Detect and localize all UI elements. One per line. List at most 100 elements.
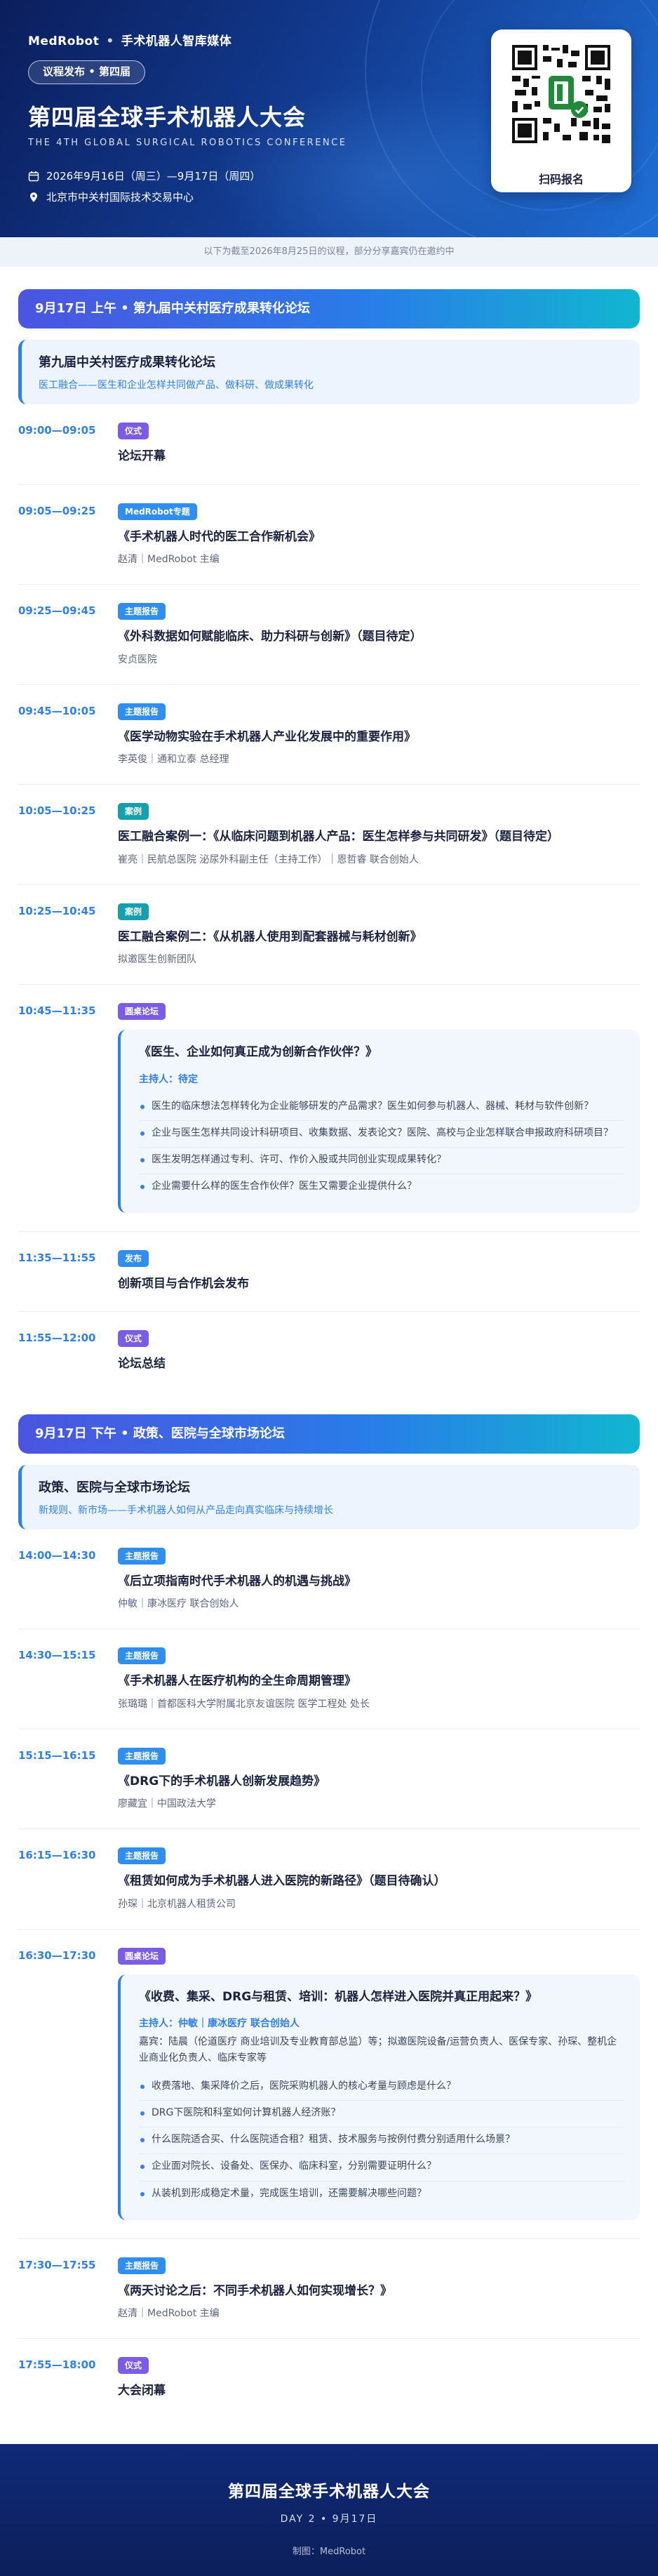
agenda-speaker: 仲敏｜康冰医疗 联合创始人 — [118, 1598, 239, 1610]
agenda-title: 《手术机器人时代的医工合作新机会》 — [118, 529, 321, 544]
agenda-tag: 主题报告 — [118, 1547, 166, 1565]
agenda-item-panel: 16:30—17:30 圆桌论坛 《收费、集采、DRG与租赁、培训：机器人怎样进… — [18, 1930, 640, 2239]
panel-question: DRG下医院和科室如何计算机器人经济账？ — [139, 2101, 624, 2128]
agenda-tag: 主题报告 — [118, 1647, 166, 1665]
agenda-time: 11:35—11:55 — [18, 1251, 96, 1264]
event-date-text: 2026年9月16日（周三）—9月17日（周四） — [46, 170, 261, 182]
page-footer: 第四届全球手术机器人大会 DAY 2 • 9月17日 制图：MedRobot — [0, 2443, 658, 2576]
agenda-item: 10:05—10:25 案例 医工融合案例一：《从临床问题到机器人产品：医生怎样… — [18, 785, 640, 885]
agenda-tag: 主题报告 — [118, 703, 166, 720]
brand-tagline: 手术机器人智库媒体 — [121, 34, 232, 48]
panel-question: 从装机到形成稳定术量，完成医生培训，还需要解决哪些问题？ — [139, 2182, 624, 2207]
agenda-tag: 主题报告 — [118, 1847, 166, 1865]
agenda-title: 论坛总结 — [118, 1357, 166, 1372]
agenda-tag: 发布 — [118, 1249, 149, 1267]
agenda-time: 17:55—18:00 — [18, 2358, 96, 2372]
session-afternoon: 9月17日 下午 • 政策、医院与全球市场论坛 政策、医院与全球市场论坛 新规则… — [0, 1414, 658, 2419]
session-bar: 9月17日 下午 • 政策、医院与全球市场论坛 — [18, 1414, 640, 1454]
agenda-item: 17:30—17:55 主题报告 《两天讨论之后：不同手术机器人如何实现增长？》… — [18, 2239, 640, 2339]
agenda-speaker: 孙琛｜北京机器人租赁公司 — [118, 1898, 236, 1910]
agenda-time: 10:45—11:35 — [18, 1004, 96, 1017]
agenda-time: 09:25—09:45 — [18, 604, 96, 617]
brand-name: MedRobot — [28, 34, 100, 48]
agenda-tag: 主题报告 — [118, 2257, 166, 2274]
page-subtitle: THE 4TH GLOBAL SURGICAL ROBOTICS CONFERE… — [28, 138, 347, 148]
agenda-time: 16:30—17:30 — [18, 1948, 96, 1962]
agenda-speaker: 安贞医院 — [118, 653, 157, 665]
agenda-time: 17:30—17:55 — [18, 2258, 96, 2271]
panel-question: 医生的临床想法怎样转化为企业能够研发的产品需求？医生如何参与机器人、器械、耗材与… — [139, 1094, 624, 1121]
qr-label: 扫码报名 — [538, 173, 584, 186]
agenda-title: 《手术机器人在医疗机构的全生命周期管理》 — [118, 1674, 356, 1689]
agenda-tag: 主题报告 — [118, 1747, 166, 1765]
calendar-icon — [28, 171, 39, 181]
agenda-tag: 仪式 — [118, 1330, 149, 1348]
agenda-time: 14:30—15:15 — [18, 1649, 96, 1662]
agenda-item: 17:55—18:00 仪式 大会闭幕 — [18, 2339, 640, 2419]
location-pin-icon — [30, 192, 37, 202]
agenda-item: 11:55—12:00 仪式 论坛总结 — [18, 1312, 640, 1392]
agenda-title: 《两天讨论之后：不同手术机器人如何实现增长？》 — [118, 2283, 392, 2298]
session-morning: 9月17日 上午 • 第九届中关村医疗成果转化论坛 第九届中关村医疗成果转化论坛… — [0, 289, 658, 1392]
agenda-tag: 仪式 — [118, 423, 149, 439]
agenda-title: 医工融合案例一：《从临床问题到机器人产品：医生怎样参与共同研发》（题目待定） — [118, 830, 559, 844]
session-bar: 9月17日 上午 • 第九届中关村医疗成果转化论坛 — [18, 289, 640, 328]
agenda-item-panel: 10:45—11:35 圆桌论坛 《医生、企业如何真正成为创新合作伙伴？》 主持… — [18, 985, 640, 1232]
footer-title: 第四届全球手术机器人大会 — [228, 2482, 430, 2501]
registration-qr-card[interactable]: 扫码报名 — [491, 29, 631, 192]
agenda-speaker: 廖藏宜｜中国政法大学 — [118, 1798, 216, 1810]
forum-card: 政策、医院与全球市场论坛 新规则、新市场——手术机器人如何从产品走向真实临床与持… — [18, 1464, 640, 1529]
event-date: 2026年9月16日（周三）—9月17日（周四） — [28, 168, 260, 183]
panel-question: 企业需要什么样的医生合作伙伴？医生又需要企业提供什么？ — [139, 1174, 624, 1200]
panel-card: 《收费、集采、DRG与租赁、培训：机器人怎样进入医院并真正用起来？》 主持人：仲… — [118, 1974, 640, 2220]
agenda-time: 16:15—16:30 — [18, 1849, 96, 1862]
panel-question: 企业与医生怎样共同设计科研项目、收集数据、发表论文？医院、高校与企业怎样联合申报… — [139, 1121, 624, 1148]
agenda-item: 14:00—14:30 主题报告 《后立项指南时代手术机器人的机遇与挑战》 仲敏… — [18, 1529, 640, 1630]
agenda-title: 创新项目与合作机会发布 — [118, 1276, 249, 1291]
hero-header: MedRobot • 手术机器人智库媒体 议程发布 • 第四届 第四届全球手术机器人… — [0, 0, 658, 237]
panel-question: 医生发明怎样通过专利、许可、作价入股或共同创业实现成果转化？ — [139, 1148, 624, 1174]
agenda-speaker: 赵清｜MedRobot 主编 — [118, 2308, 220, 2320]
qr-code-icon[interactable] — [509, 42, 613, 146]
panel-host: 主持人：待定 — [139, 1073, 198, 1085]
agenda-tag: 主题报告 — [118, 603, 166, 620]
agenda-title: 《后立项指南时代手术机器人的机遇与挑战》 — [118, 1574, 356, 1588]
agenda-item: 09:00—09:05 仪式 论坛开幕 — [18, 404, 640, 485]
agenda-speaker: 拟邀医生创新团队 — [118, 954, 196, 965]
panel-question: 收费落地、集采降价之后，医院采购机器人的核心考量与顾虑是什么？ — [139, 2074, 624, 2102]
panel-questions: 医生的临床想法怎样转化为企业能够研发的产品需求？医生如何参与机器人、器械、耗材与… — [139, 1094, 624, 1200]
agenda-speaker: 赵清｜MedRobot 主编 — [118, 554, 220, 565]
agenda-title: 《医学动物实验在手术机器人产业化发展中的重要作用》 — [118, 729, 416, 744]
agenda-item: 09:25—09:45 主题报告 《外科数据如何赋能临床、助力科研与创新》（题目… — [18, 585, 640, 685]
footer-credit: 制图：MedRobot — [292, 2546, 366, 2557]
footer-day: DAY 2 • 9月17日 — [280, 2513, 378, 2525]
agenda-item: 14:30—15:15 主题报告 《手术机器人在医疗机构的全生命周期管理》 张璐… — [18, 1629, 640, 1729]
panel-guests: 嘉宾：陆晨（伦道医疗 商业培训及专业教育部总监）等；拟邀医院设备/运营负责人、医… — [139, 2036, 617, 2064]
agenda-time: 11:55—12:00 — [18, 1332, 96, 1345]
forum-subtitle: 医工融合——医生和企业怎样共同做产品、做科研、做成果转化 — [39, 380, 314, 391]
agenda-time: 10:05—10:25 — [18, 804, 96, 817]
agenda-time: 10:25—10:45 — [18, 904, 96, 917]
agenda-title: 《外科数据如何赋能临床、助力科研与创新》（题目待定） — [118, 630, 422, 644]
agenda-speaker: 李英俊｜通和立泰 总经理 — [118, 754, 229, 765]
agenda-time: 09:45—10:05 — [18, 704, 96, 717]
forum-title: 政策、医院与全球市场论坛 — [39, 1480, 190, 1495]
agenda-item: 10:25—10:45 案例 医工融合案例二：《从机器人使用到配套器械与耗材创新… — [18, 885, 640, 985]
agenda-item: 09:45—10:05 主题报告 《医学动物实验在手术机器人产业化发展中的重要作… — [18, 685, 640, 785]
agenda-time: 15:15—16:15 — [18, 1748, 96, 1762]
event-venue-text: 北京市中关村国际技术交易中心 — [46, 191, 194, 204]
panel-title: 《医生、企业如何真正成为创新合作伙伴？》 — [139, 1045, 377, 1059]
forum-card: 第九届中关村医疗成果转化论坛 医工融合——医生和企业怎样共同做产品、做科研、做成… — [18, 340, 640, 404]
agenda-tag: MedRobot专题 — [118, 503, 197, 520]
agenda-title: 论坛开幕 — [118, 449, 166, 463]
agenda-title: 《租赁如何成为手术机器人进入医院的新路径》（题目待确认） — [118, 1874, 446, 1889]
agenda-tag: 仪式 — [118, 2357, 149, 2375]
panel-questions: 收费落地、集采降价之后，医院采购机器人的核心考量与顾虑是什么？ DRG下医院和科… — [139, 2074, 624, 2207]
page-title: 第四届全球手术机器人大会 — [28, 104, 307, 131]
agenda-item: 16:15—16:30 主题报告 《租赁如何成为手术机器人进入医院的新路径》（题… — [18, 1829, 640, 1930]
panel-title: 《收费、集采、DRG与租赁、培训：机器人怎样进入医院并真正用起来？》 — [139, 1989, 538, 2004]
agenda-speaker: 崔亮｜民航总医院 泌尿外科副主任（主持工作）｜恩哲睿 联合创始人 — [118, 854, 419, 865]
agenda-time: 14:00—14:30 — [18, 1548, 96, 1562]
agenda-item: 09:05—09:25 MedRobot专题 《手术机器人时代的医工合作新机会》… — [18, 485, 640, 585]
panel-card: 《医生、企业如何真正成为创新合作伙伴？》 主持人：待定 医生的临床想法怎样转化为… — [118, 1030, 640, 1213]
